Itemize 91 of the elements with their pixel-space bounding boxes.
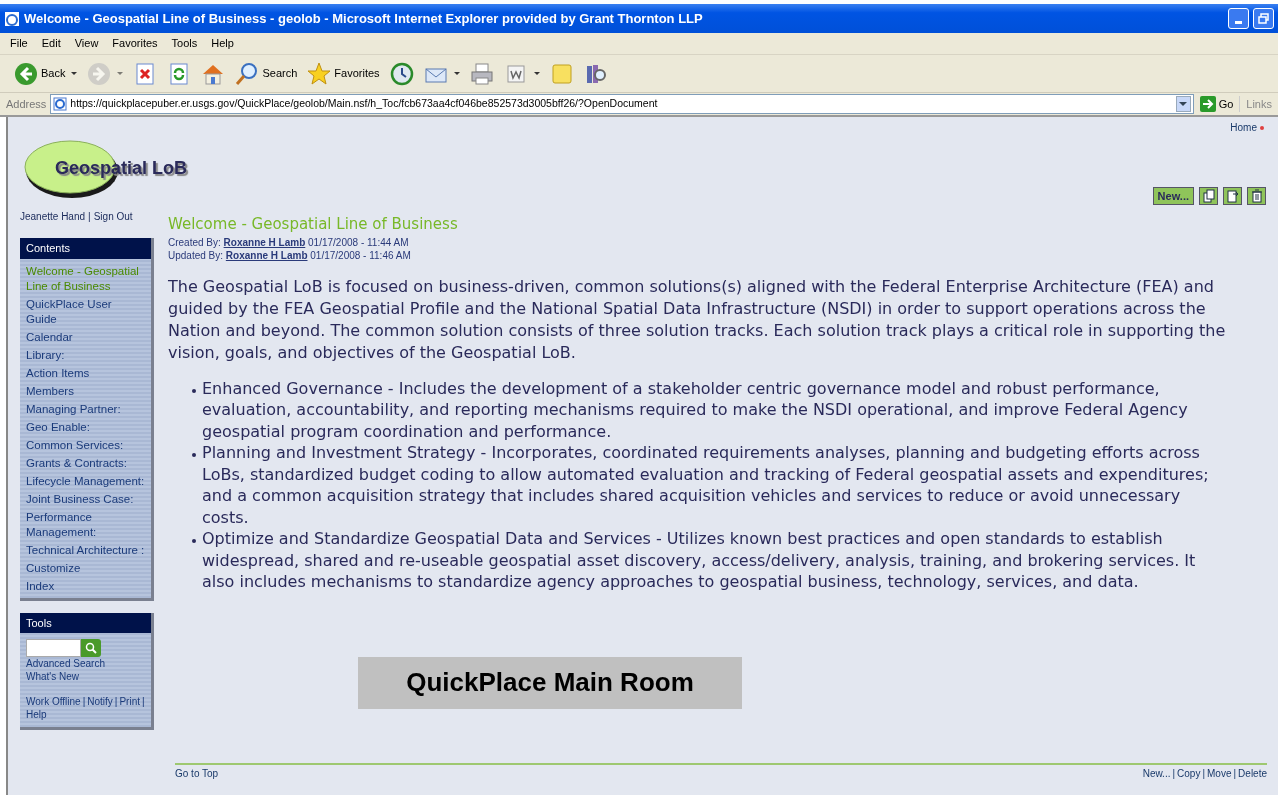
restore-icon xyxy=(1258,13,1269,24)
menu-item[interactable]: Tools xyxy=(171,35,198,52)
contents-item[interactable]: Common Services: xyxy=(26,437,145,453)
window-title: Welcome - Geospatial Line of Business - geolob - Microsoft Internet Explorer provided by Grant Thornton LLP xyxy=(24,9,703,28)
contents-item[interactable]: Geo Enable: xyxy=(26,419,145,435)
bullet-icon xyxy=(192,539,196,543)
contents-item[interactable]: Customize xyxy=(26,560,145,576)
page-meta: Created By: Roxanne H Lamb 01/17/2008 - 11:44 AM xyxy=(168,235,410,249)
browser-icon xyxy=(4,10,20,27)
tools-link[interactable]: Notify xyxy=(87,695,113,708)
bullet-icon xyxy=(192,453,196,457)
contents-item[interactable]: Joint Business Case: xyxy=(26,491,145,507)
star-icon xyxy=(307,61,332,86)
trash-icon xyxy=(1250,189,1263,203)
separator: | xyxy=(1202,767,1206,781)
footer-link[interactable]: Copy xyxy=(1177,766,1201,781)
delete-button[interactable] xyxy=(1247,187,1266,205)
address-label: Address xyxy=(6,96,47,112)
author-link[interactable]: Roxanne H Lamb xyxy=(223,236,306,248)
menu-item[interactable]: File xyxy=(10,35,28,52)
contents-item[interactable]: Action Items xyxy=(26,365,145,381)
contents-item[interactable]: Lifecycle Management: xyxy=(26,473,145,489)
bullet-text: Enhanced Governance - Includes the development of a stakeholder centric governance model and robust performance, evaluation, accountability, and reporting mechanisms required to make the NSDI operational, and improve Federal Agency geospatial program coordination and performance. xyxy=(202,377,1189,442)
dropdown-icon[interactable] xyxy=(1175,96,1191,112)
go-to-top-link[interactable]: Go to Top xyxy=(175,766,219,781)
contents-item[interactable]: Library: xyxy=(26,347,145,363)
move-button[interactable] xyxy=(1223,187,1242,205)
restore-button[interactable] xyxy=(1253,8,1274,29)
page-title: Welcome - Geospatial Line of Business xyxy=(168,214,459,235)
back-button[interactable]: Back xyxy=(12,61,80,86)
separator: | xyxy=(1233,767,1237,781)
tools-link[interactable]: Print xyxy=(119,695,140,708)
search-button[interactable] xyxy=(81,639,101,657)
search-field[interactable] xyxy=(26,639,81,657)
bullet-icon xyxy=(1260,125,1264,130)
contents-item[interactable]: Index xyxy=(26,578,145,594)
tools-link[interactable]: Work Offline xyxy=(26,695,81,708)
address-field[interactable]: https://quickplacepuber.er.usgs.gov/QuickPlace/geolob/Main.nsf/h_Toc/fcb673aa4cf046be852573d3005bff26/?OpenDocument xyxy=(50,94,1194,114)
contents-item[interactable]: Grants & Contracts: xyxy=(26,455,145,471)
contents-item[interactable]: Performance Management: xyxy=(26,509,145,540)
dropdown-caret-icon xyxy=(533,72,540,75)
separator: | xyxy=(114,695,118,708)
footer-link[interactable]: Delete xyxy=(1238,766,1267,781)
separator: | xyxy=(142,695,145,708)
separator: | xyxy=(1172,767,1176,781)
note-icon xyxy=(549,61,574,86)
panel-header: Tools xyxy=(20,612,151,633)
author-link[interactable]: Roxanne H Lamb xyxy=(225,249,308,261)
menu-item[interactable]: Help xyxy=(211,35,234,52)
contents-item[interactable]: Managing Partner: xyxy=(26,401,145,417)
panel-header: Contents xyxy=(20,238,151,259)
home-link[interactable]: Home xyxy=(1230,120,1257,135)
tools-link[interactable]: Help xyxy=(26,708,47,721)
banner: QuickPlace Main Room xyxy=(358,656,742,709)
contents-item[interactable]: Members xyxy=(26,383,145,399)
dropdown-caret-icon xyxy=(117,72,124,75)
separator: | xyxy=(82,695,86,708)
bullet-text: Optimize and Standardize Geospatial Data and Services - Utilizes known best practices and open standards to establish widespread, shared and re-useable geospatial asset discovery, access/delivery, analysis, training, and brokering services. It also includes mechanisms to standardize agency approaches to geospatial business, technology, services, and data. xyxy=(202,528,1197,593)
search-icon xyxy=(235,61,260,86)
separator: | xyxy=(88,210,91,224)
search-icon xyxy=(85,642,97,654)
menu-item[interactable]: Edit xyxy=(41,35,61,52)
footer-link[interactable]: New... xyxy=(1142,766,1171,781)
intro-paragraph: The Geospatial LoB is focused on business-driven, common solutions(s) aligned with the Federal Enterprise Architecture (FEA) and guided by the FEA Geospatial Profile and the National Spatial Data Infrastructure (NSDI) in order to support operations across the Nation and beyond. The common solution consists of three solution tracks. Each solution track plays a critical role in supporting the vision, goals, and objectives of the Geospatial LoB. xyxy=(168,275,1227,364)
new-button[interactable]: New... xyxy=(1152,187,1194,205)
page-icon xyxy=(53,97,68,111)
bullet-icon xyxy=(192,388,196,393)
contents-item[interactable]: QuickPlace User Guide xyxy=(26,296,145,327)
favorites-button[interactable]: Favorites xyxy=(305,61,382,86)
tools-link[interactable]: What's New xyxy=(26,670,145,683)
minimize-button[interactable] xyxy=(1228,8,1249,29)
contents-item[interactable]: Technical Architecture : xyxy=(26,542,145,558)
user-link[interactable]: Jeanette Hand xyxy=(20,209,86,224)
bullet-text: Planning and Investment Strategy - Incorporates, coordinated requirements analyses, planning and budgeting efforts across LoBs, standardized budget coding to allow automated evaluation and tracking of Federal geospatial assets and expenditures; and a common acquisition strategy that includes shared acquisition vehicles and services to reduce or avoid unnecessary costs. xyxy=(202,442,1210,528)
menu-item[interactable]: View xyxy=(74,35,99,52)
go-arrow-icon xyxy=(1199,96,1216,112)
go-button[interactable]: Go xyxy=(1197,95,1236,113)
minimize-icon xyxy=(1235,21,1242,24)
history-icon xyxy=(389,61,414,86)
user-link[interactable]: Sign Out xyxy=(93,209,133,224)
contents-item[interactable]: Calendar xyxy=(26,329,145,345)
printer-icon xyxy=(469,61,494,86)
copy-button[interactable] xyxy=(1199,187,1218,205)
dropdown-caret-icon xyxy=(71,72,78,75)
search-button[interactable]: Search xyxy=(233,61,300,86)
footer-link[interactable]: Move xyxy=(1207,766,1232,781)
menu-item[interactable]: Favorites xyxy=(112,35,158,52)
dropdown-caret-icon xyxy=(453,72,460,75)
copy-icon xyxy=(1202,189,1215,203)
page-meta: Updated By: Roxanne H Lamb 01/17/2008 - 11:46 AM xyxy=(168,248,412,262)
tools-link[interactable]: Advanced Search xyxy=(26,657,145,670)
